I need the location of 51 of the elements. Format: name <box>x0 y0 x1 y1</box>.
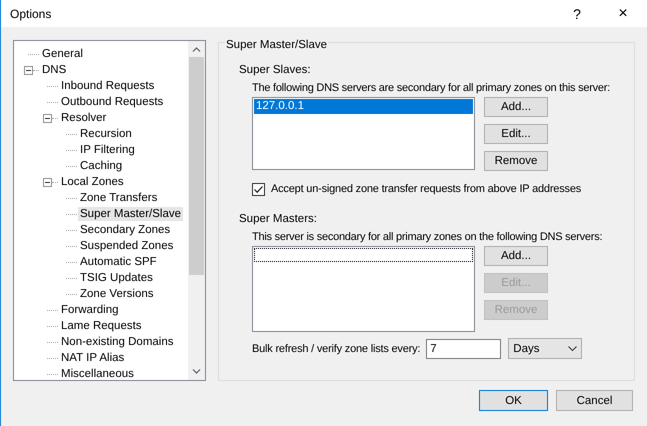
section-label: Super Slaves: <box>239 63 312 77</box>
tree-item[interactable]: Caching <box>78 159 124 173</box>
tree-item[interactable]: IP Filtering <box>78 143 137 157</box>
collapse-icon[interactable] <box>43 114 52 122</box>
collapse-icon[interactable] <box>24 66 33 74</box>
tree-item[interactable]: Suspended Zones <box>78 239 176 253</box>
section-description: The following DNS servers are secondary for all primary zones on this server: <box>252 81 610 95</box>
group-title: Super Master/Slave <box>225 38 328 52</box>
help-button[interactable]: ? <box>554 0 600 27</box>
tree-item[interactable]: Zone Versions <box>78 287 156 301</box>
scroll-thumb[interactable] <box>189 57 204 275</box>
tree-item[interactable]: NAT IP Alias <box>59 351 126 365</box>
refresh-label: Bulk refresh / verify zone lists every: <box>252 342 420 356</box>
tree-item[interactable]: Local Zones <box>59 175 126 189</box>
server-list[interactable]: 127.0.0.1 <box>252 97 475 170</box>
server-list[interactable] <box>252 246 475 332</box>
tree-item[interactable]: Forwarding <box>59 303 121 317</box>
collapse-icon[interactable] <box>43 178 52 186</box>
window-title: Options <box>10 6 52 20</box>
tree-item[interactable]: Miscellaneous <box>59 367 136 380</box>
tree-item[interactable]: Resolver <box>59 111 108 125</box>
list-item[interactable]: 127.0.0.1 <box>254 99 473 114</box>
tree-item[interactable]: Super Master/Slave <box>78 207 183 221</box>
scroll-up-icon[interactable] <box>192 47 201 52</box>
tree-item[interactable]: Inbound Requests <box>59 79 156 93</box>
tree-item[interactable]: Lame Requests <box>59 319 144 333</box>
tree-item[interactable]: General <box>40 47 85 61</box>
scrollbar[interactable] <box>188 41 205 380</box>
tree-item[interactable]: Zone Transfers <box>78 191 160 205</box>
checkbox-label[interactable]: Accept un-signed zone transfer requests from above IP addresses <box>271 182 582 196</box>
section-label: Super Masters: <box>239 212 318 226</box>
tree-item[interactable]: Automatic SPF <box>78 255 159 269</box>
tree-item[interactable]: Non-existing Domains <box>59 335 176 349</box>
tree-item[interactable]: Outbound Requests <box>59 95 166 109</box>
tree-item[interactable]: DNS <box>40 63 68 77</box>
action-button[interactable]: Add... <box>484 246 548 266</box>
checkbox[interactable] <box>252 182 265 196</box>
tree-item[interactable]: TSIG Updates <box>78 271 155 285</box>
tree-item[interactable]: Recursion <box>78 127 134 141</box>
close-button[interactable]: × <box>600 0 646 27</box>
dialog-button[interactable]: Cancel <box>556 390 633 411</box>
tree-item[interactable]: Secondary Zones <box>78 223 172 237</box>
scroll-down-icon[interactable] <box>192 369 201 374</box>
action-button[interactable]: Add... <box>484 97 548 117</box>
action-button[interactable]: Remove <box>484 151 548 171</box>
action-button[interactable]: Edit... <box>484 124 548 144</box>
section-description: This server is secondary for all primary zones on the following DNS servers: <box>252 230 602 244</box>
dialog-button[interactable]: OK <box>479 390 548 411</box>
interval-field[interactable]: 7 <box>426 338 502 358</box>
unit-dropdown[interactable]: Days <box>508 338 582 359</box>
dropdown-caret-icon <box>568 346 578 351</box>
